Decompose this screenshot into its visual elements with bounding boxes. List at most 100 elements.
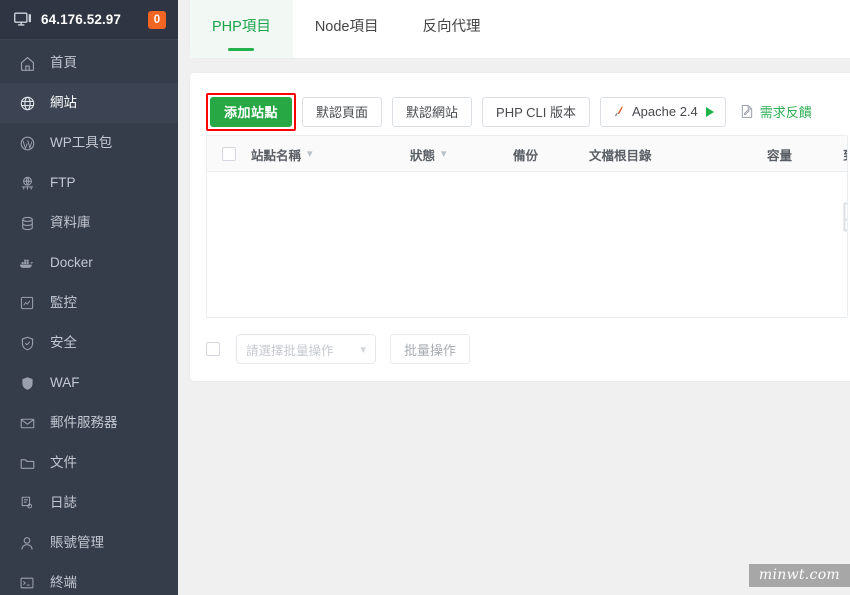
sidebar-item-label: 文件	[50, 455, 77, 471]
apache-version-button[interactable]: Apache 2.4	[600, 96, 726, 127]
tab-label: 反向代理	[422, 18, 481, 35]
sidebar-nav: 首頁 網站 WP工具包 FTP 資料庫 Docker 監控 安全 WAF 郵件服…	[0, 40, 178, 595]
watermark: minwt.com	[748, 564, 850, 587]
chevron-down-icon: ▾	[441, 147, 447, 160]
app-root: 64.176.52.97 0 首頁 網站 WP工具包 FTP 資料庫 Docke…	[0, 0, 850, 595]
sidebar-item-label: 網站	[50, 95, 77, 111]
default-page-button[interactable]: 默認頁面	[302, 96, 383, 127]
log-icon	[18, 494, 36, 512]
column-label: 到	[843, 145, 847, 164]
column-backup: 備份	[513, 136, 538, 172]
column-expiry: 到	[843, 136, 847, 172]
tab-node-project[interactable]: Node項目	[293, 0, 401, 58]
add-site-highlight: 添加站點	[206, 92, 297, 131]
column-status[interactable]: 狀態 ▾	[410, 136, 447, 172]
sidebar: 64.176.52.97 0 首頁 網站 WP工具包 FTP 資料庫 Docke…	[0, 0, 178, 595]
select-all-checkbox-cell	[222, 136, 236, 172]
column-site-name[interactable]: 站點名稱 ▾	[251, 136, 313, 172]
add-site-button[interactable]: 添加站點	[210, 96, 293, 127]
docker-icon	[18, 254, 36, 272]
tab-bar: PHP項目 Node項目 反向代理	[190, 0, 850, 58]
sidebar-item-label: 資料庫	[50, 215, 91, 231]
tab-php-project[interactable]: PHP項目	[190, 0, 293, 58]
tab-label: PHP項目	[212, 18, 271, 35]
sidebar-item-account-management[interactable]: 賬號管理	[0, 523, 178, 563]
empty-state-label: 無資料	[801, 248, 847, 267]
wordpress-icon	[18, 134, 36, 152]
batch-select-all-checkbox[interactable]	[206, 342, 220, 356]
sidebar-item-label: Docker	[50, 255, 93, 271]
column-document-root: 文檔根目錄	[589, 136, 652, 172]
globe-icon	[18, 94, 36, 112]
chevron-down-icon: ▾	[307, 147, 313, 160]
feedback-label: 需求反饋	[759, 105, 812, 120]
terminal-icon	[18, 574, 36, 592]
sidebar-item-docker[interactable]: Docker	[0, 243, 178, 283]
column-label: 備份	[513, 148, 539, 163]
sidebar-item-database[interactable]: 資料庫	[0, 203, 178, 243]
tab-label: Node項目	[314, 18, 379, 35]
column-label: 文檔根目錄	[589, 148, 652, 163]
feedback-document-icon	[740, 104, 754, 119]
mail-icon	[18, 414, 36, 432]
sidebar-item-label: 監控	[50, 295, 77, 311]
host-ip-label: 64.176.52.97	[41, 12, 122, 27]
sidebar-item-label: 日誌	[50, 495, 77, 511]
sidebar-item-label: FTP	[50, 175, 76, 191]
apache-version-label: Apache 2.4	[632, 104, 698, 119]
monitor-chart-icon	[18, 294, 36, 312]
sidebar-item-label: 首頁	[50, 55, 77, 71]
sidebar-item-files[interactable]: 文件	[0, 443, 178, 483]
empty-box-icon	[801, 194, 847, 240]
table-body: 無資料	[207, 172, 847, 317]
empty-state: 無資料	[801, 194, 847, 267]
site-list-card: 添加站點 默認頁面 默認網站 PHP CLI 版本 Apache 2.4 需求反…	[190, 73, 850, 381]
home-icon	[18, 54, 36, 72]
sidebar-item-label: 郵件服務器	[50, 415, 118, 431]
monitor-icon	[14, 12, 32, 27]
main-content: PHP項目 Node項目 反向代理 添加站點 默認頁面 默認網站 PHP CLI…	[178, 0, 850, 595]
tab-reverse-proxy[interactable]: 反向代理	[401, 0, 503, 58]
php-cli-version-button[interactable]: PHP CLI 版本	[482, 96, 590, 127]
sidebar-item-mail-server[interactable]: 郵件服務器	[0, 403, 178, 443]
sidebar-item-wp-toolkit[interactable]: WP工具包	[0, 123, 178, 163]
sidebar-item-ftp[interactable]: FTP	[0, 163, 178, 203]
select-all-checkbox[interactable]	[222, 147, 236, 161]
sidebar-item-logs[interactable]: 日誌	[0, 483, 178, 523]
ftp-icon	[18, 174, 36, 192]
sidebar-item-security[interactable]: 安全	[0, 323, 178, 363]
notification-badge[interactable]: 0	[148, 10, 166, 29]
column-label: 站點名稱	[251, 148, 302, 163]
sidebar-item-home[interactable]: 首頁	[0, 43, 178, 83]
sidebar-item-waf[interactable]: WAF	[0, 363, 178, 403]
batch-operation-select[interactable]: 請選擇批量操作 ▾	[236, 334, 376, 364]
sidebar-item-label: WP工具包	[50, 135, 113, 151]
sidebar-item-label: WAF	[50, 375, 80, 391]
toolbar: 添加站點 默認頁面 默認網站 PHP CLI 版本 Apache 2.4 需求反…	[190, 73, 850, 135]
sidebar-item-label: 終端	[50, 575, 77, 591]
apache-feather-icon	[612, 105, 625, 118]
tabs-card: PHP項目 Node項目 反向代理	[190, 0, 850, 58]
batch-action-bar: 請選擇批量操作 ▾ 批量操作	[190, 318, 850, 364]
sidebar-item-monitor[interactable]: 監控	[0, 283, 178, 323]
site-table: 站點名稱 ▾ 狀態 ▾ 備份 文檔根目錄 容量	[206, 135, 848, 318]
column-label: 容量	[767, 148, 793, 163]
shield-solid-icon	[18, 374, 36, 392]
table-header-row: 站點名稱 ▾ 狀態 ▾ 備份 文檔根目錄 容量	[207, 136, 847, 172]
shield-check-icon	[18, 334, 36, 352]
play-icon	[705, 106, 714, 117]
batch-operation-button[interactable]: 批量操作	[390, 334, 471, 364]
default-site-button[interactable]: 默認網站	[392, 96, 473, 127]
sidebar-item-website[interactable]: 網站	[0, 83, 178, 123]
column-capacity: 容量	[767, 136, 792, 172]
batch-operation-placeholder: 請選擇批量操作	[246, 343, 334, 358]
sidebar-item-terminal[interactable]: 終端	[0, 563, 178, 595]
column-label: 狀態	[410, 148, 436, 163]
feedback-link[interactable]: 需求反饋	[740, 102, 812, 121]
chevron-down-icon: ▾	[360, 343, 366, 356]
folder-icon	[18, 454, 36, 472]
user-icon	[18, 534, 36, 552]
sidebar-item-label: 安全	[50, 335, 77, 351]
sidebar-item-label: 賬號管理	[50, 535, 104, 551]
database-icon	[18, 214, 36, 232]
